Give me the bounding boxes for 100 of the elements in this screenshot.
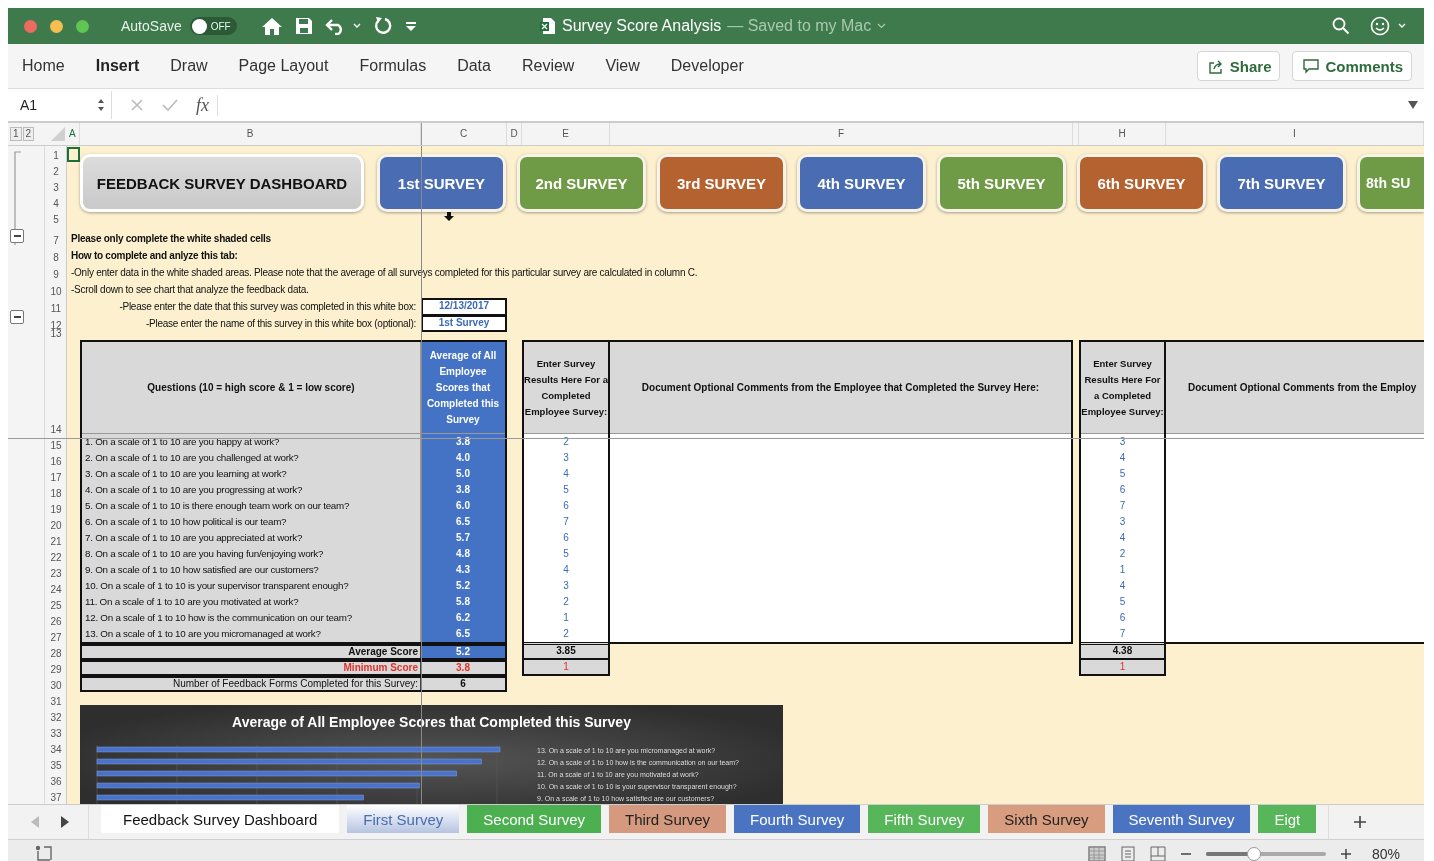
sheet-tab[interactable]: Fourth Survey (734, 805, 861, 833)
sheet-tab[interactable]: Seventh Survey (1112, 805, 1251, 833)
ribbon-tab[interactable]: Data (445, 53, 503, 79)
row-number[interactable]: 10 (45, 286, 67, 298)
ribbon-tab[interactable]: Draw (158, 53, 220, 79)
column-header[interactable]: A (67, 123, 80, 145)
undo-icon[interactable] (324, 17, 345, 35)
sheet-tab[interactable]: First Survey (347, 805, 460, 833)
row-number[interactable]: 37 (45, 792, 67, 804)
redo-icon[interactable] (372, 16, 393, 36)
score-cell[interactable]: 4 (1081, 530, 1164, 546)
column-header[interactable]: H (1079, 123, 1166, 145)
score-cell[interactable]: 5 (1081, 466, 1164, 482)
autosave-toggle[interactable]: OFF (189, 17, 237, 35)
add-sheet-icon[interactable] (1353, 815, 1368, 829)
collapse-button[interactable] (10, 310, 24, 324)
zoom-in-icon[interactable] (1339, 847, 1352, 860)
column-header[interactable]: I (1166, 123, 1424, 145)
score-cell[interactable]: 3 (524, 578, 608, 594)
row-number[interactable]: 23 (45, 568, 67, 580)
sheet-tab[interactable]: Feedback Survey Dashboard (101, 805, 340, 833)
survey-button[interactable]: 4th SURVEY (797, 154, 926, 212)
row-number[interactable]: 11 (45, 303, 67, 315)
score-cell[interactable]: 6 (524, 530, 608, 546)
row-number[interactable]: 20 (45, 520, 67, 532)
row-number[interactable]: 17 (45, 472, 67, 484)
score-cell[interactable]: 1 (1081, 562, 1164, 578)
sheet-tab[interactable]: Sixth Survey (988, 805, 1105, 833)
score-cell[interactable]: 6 (1081, 610, 1164, 626)
score-cell[interactable]: 3 (524, 450, 608, 466)
row-number[interactable]: 18 (45, 488, 67, 500)
normal-view-icon[interactable] (1087, 845, 1106, 861)
next-sheet-icon[interactable] (60, 816, 70, 828)
row-number[interactable]: 36 (45, 776, 67, 788)
sheet-tab[interactable]: Third Survey (609, 805, 727, 833)
score-cell[interactable]: 4 (1081, 578, 1164, 594)
minimize-button[interactable] (50, 19, 63, 33)
score-cell[interactable]: 6 (524, 498, 608, 514)
score-cell[interactable]: 7 (524, 514, 608, 530)
column-header[interactable]: F (610, 123, 1073, 145)
row-number[interactable]: 15 (45, 440, 67, 452)
row-number[interactable]: 19 (45, 504, 67, 516)
customize-icon[interactable] (404, 20, 417, 32)
name-box[interactable]: A1 (8, 91, 112, 119)
row-number[interactable]: 32 (45, 712, 67, 724)
score-cell[interactable]: 7 (1081, 498, 1164, 514)
comments-button[interactable]: Comments (1292, 51, 1412, 81)
insert-function-button[interactable]: fx (196, 94, 218, 116)
score-cell[interactable]: 1 (524, 610, 608, 626)
row-number[interactable]: 24 (45, 584, 67, 596)
input-cell[interactable]: 12/13/2017 (421, 298, 507, 315)
survey-button[interactable]: 1st SURVEY (377, 154, 506, 212)
score-cell[interactable]: 4 (1081, 450, 1164, 466)
ribbon-tab[interactable]: Developer (658, 53, 756, 79)
row-number[interactable]: 3 (45, 182, 67, 194)
column-header[interactable]: E (522, 123, 610, 145)
row-number[interactable]: 28 (45, 648, 67, 660)
row-number[interactable]: 13 (45, 328, 67, 340)
survey-button[interactable]: 6th SURVEY (1077, 154, 1206, 212)
ribbon-tab[interactable]: Page Layout (226, 53, 341, 79)
score-cell[interactable]: 6 (1081, 482, 1164, 498)
collapse-button[interactable] (10, 229, 24, 243)
row-number[interactable]: 22 (45, 552, 67, 564)
score-cell[interactable]: 5 (524, 546, 608, 562)
survey-button[interactable]: 7th SURVEY (1217, 154, 1346, 212)
ribbon-tab[interactable]: Formulas (347, 53, 439, 79)
search-icon[interactable] (1332, 17, 1350, 35)
score-cell[interactable]: 2 (524, 594, 608, 610)
row-number[interactable]: 27 (45, 632, 67, 644)
score-cell[interactable]: 5 (1081, 594, 1164, 610)
survey-button[interactable]: 3rd SURVEY (657, 154, 786, 212)
row-number[interactable]: 31 (45, 696, 67, 708)
zoom-slider[interactable] (1205, 846, 1326, 861)
score-cell[interactable]: 3 (1081, 514, 1164, 530)
row-number[interactable]: 34 (45, 744, 67, 756)
page-break-icon[interactable] (1149, 845, 1166, 861)
check-icon[interactable] (162, 98, 178, 112)
score-cell[interactable]: 5 (524, 482, 608, 498)
outline-level-button[interactable]: 1 (10, 127, 22, 141)
row-number[interactable]: 4 (45, 198, 67, 210)
row-number[interactable]: 14 (45, 424, 67, 436)
input-cell[interactable]: 1st Survey (421, 315, 507, 332)
smiley-icon[interactable] (1370, 16, 1390, 36)
row-number[interactable]: 33 (45, 728, 67, 740)
caret-icon[interactable] (877, 23, 887, 29)
ribbon-tab[interactable]: View (593, 53, 652, 79)
row-number[interactable]: 1 (45, 150, 67, 162)
score-cell[interactable]: 4 (524, 562, 608, 578)
row-number[interactable]: 2 (45, 166, 67, 178)
row-number[interactable]: 29 (45, 664, 67, 676)
score-cell[interactable]: 2 (524, 626, 608, 642)
expand-icon[interactable] (1408, 101, 1418, 109)
dashboard-button[interactable]: FEEDBACK SURVEY DASHBOARD (80, 154, 364, 212)
row-number[interactable]: 5 (45, 214, 67, 226)
share-button[interactable]: Share (1196, 51, 1281, 81)
column-header[interactable]: D (507, 123, 522, 145)
score-cell[interactable]: 7 (1081, 626, 1164, 642)
save-icon[interactable] (294, 17, 313, 35)
ribbon-tab[interactable]: Insert (83, 53, 152, 79)
ribbon-tab[interactable]: Review (509, 53, 587, 79)
